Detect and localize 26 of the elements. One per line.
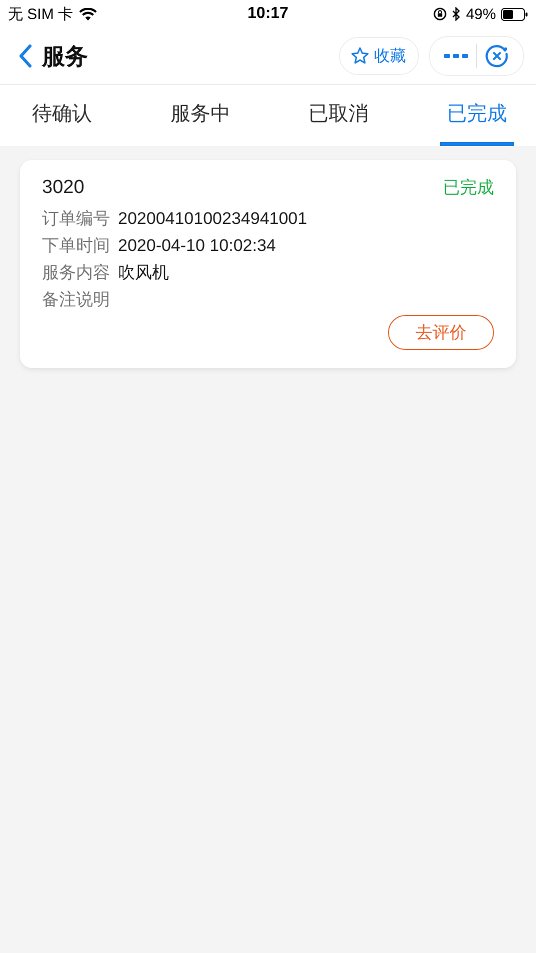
field-value: 20200410100234941001 <box>118 208 308 230</box>
bluetooth-icon <box>452 7 461 21</box>
field-label: 服务内容 <box>42 262 110 284</box>
tab[interactable]: 已完成 <box>440 85 514 146</box>
close-icon <box>485 44 509 68</box>
star-icon <box>350 46 370 66</box>
tab[interactable]: 服务中 <box>163 85 238 146</box>
back-icon <box>18 44 32 68</box>
battery-icon <box>500 8 528 20</box>
tab[interactable]: 已取消 <box>302 85 376 146</box>
field-label: 备注说明 <box>42 289 110 311</box>
rotation-lock-icon <box>432 7 447 21</box>
clock-time: 10:17 <box>248 5 288 23</box>
carrier-label: 无 SIM 卡 <box>8 4 74 24</box>
wifi-icon <box>79 8 98 20</box>
more-icon <box>444 53 468 59</box>
field-label: 下单时间 <box>42 235 110 257</box>
page-title: 服务 <box>42 42 88 70</box>
favorite-button[interactable]: 收藏 <box>339 37 419 75</box>
order-status: 已完成 <box>443 177 494 199</box>
order-title: 3020 <box>42 176 84 198</box>
field-value: 2020-04-10 10:02:34 <box>118 235 276 257</box>
battery-percent: 49% <box>466 6 496 22</box>
field-label: 订单编号 <box>42 208 110 230</box>
field-value: 吹风机 <box>118 262 169 284</box>
tab[interactable]: 待确认 <box>25 85 99 146</box>
